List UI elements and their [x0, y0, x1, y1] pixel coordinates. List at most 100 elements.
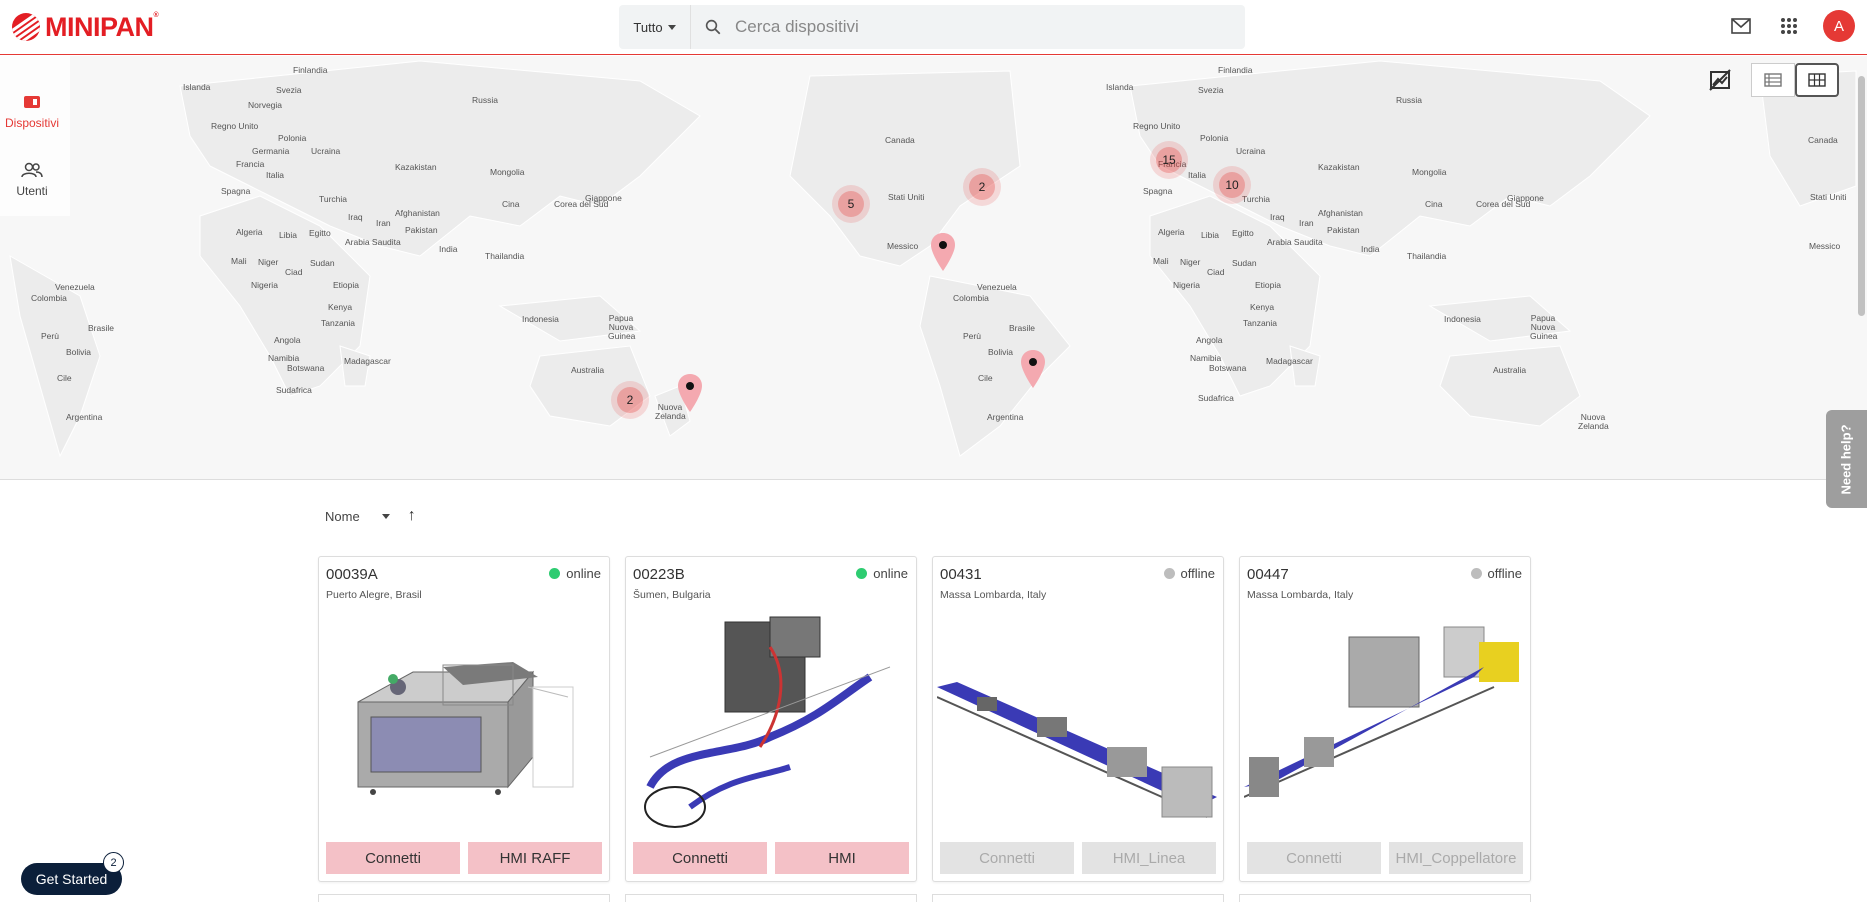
view-toggle [1751, 63, 1839, 97]
map-label: Germania [252, 146, 290, 156]
sort-field-label[interactable]: Nome [325, 509, 360, 524]
map-label: Cile [57, 373, 72, 383]
map-layer-off-icon[interactable] [1708, 68, 1732, 92]
map-label: Niger [1180, 257, 1201, 267]
scrollbar-thumb[interactable] [1858, 76, 1865, 316]
map-pin-icon[interactable] [1020, 349, 1046, 389]
sidebar-item-label: Utenti [16, 184, 48, 198]
map-cluster[interactable]: 10 [1213, 166, 1251, 204]
map-label: Niger [258, 257, 279, 267]
user-avatar[interactable]: A [1823, 10, 1855, 42]
status-badge: online [856, 566, 908, 581]
sidebar-item-label: Dispositivi [4, 116, 59, 130]
devices-map[interactable]: Finlandia Islanda Svezia Norvegia Russia… [0, 56, 1867, 480]
map-label: Bolivia [66, 347, 92, 357]
hmi-button[interactable]: HMI RAFF [468, 842, 602, 874]
map-label: Etiopia [1255, 280, 1281, 290]
map-label: Nigeria [1173, 280, 1200, 290]
map-cluster[interactable]: 15 [1150, 141, 1188, 179]
search-input[interactable] [735, 17, 1215, 37]
get-started-badge: 2 [103, 852, 124, 873]
connect-button[interactable]: Connetti [1247, 842, 1381, 874]
map-label: Papua Nuova Guinea [1530, 313, 1558, 341]
map-cluster[interactable]: 2 [611, 381, 649, 419]
map-label: Iraq [348, 212, 363, 222]
map-label: Indonesia [1444, 314, 1481, 324]
status-badge: offline [1470, 566, 1522, 581]
map-label: Botswana [1209, 363, 1247, 373]
users-icon [21, 162, 43, 178]
grid-view-button[interactable] [1795, 63, 1839, 97]
search-scope-select[interactable]: Tutto [619, 5, 691, 49]
map-label: Afghanistan [1318, 208, 1363, 218]
connect-button[interactable]: Connetti [940, 842, 1074, 874]
status-dot-icon [856, 568, 868, 579]
map-label: Messico [887, 241, 919, 251]
chevron-down-icon[interactable] [381, 513, 390, 519]
top-bar: MINIPAN® Tutto A [0, 0, 1867, 55]
hmi-button[interactable]: HMI_Linea [1082, 842, 1216, 874]
map-cluster[interactable]: 2 [963, 168, 1001, 206]
map-label: Italia [266, 170, 284, 180]
sidebar-item-dispositivi[interactable]: Dispositivi [0, 94, 64, 130]
devices-icon [24, 96, 40, 108]
map-label: Namibia [1190, 353, 1222, 363]
hmi-button[interactable]: HMI [775, 842, 909, 874]
search-icon [691, 18, 735, 36]
map-label: Brasile [1009, 323, 1035, 333]
map-pin-icon[interactable] [930, 232, 956, 272]
map-label: Libia [279, 230, 297, 240]
connect-button[interactable]: Connetti [326, 842, 460, 874]
search-bar: Tutto [619, 5, 1245, 49]
map-label: Regno Unito [211, 121, 259, 131]
sort-direction-icon[interactable]: ↑ [408, 507, 416, 525]
device-id: 00447 [1247, 566, 1289, 583]
map-label: Algeria [236, 227, 263, 237]
map-label: Iraq [1270, 212, 1285, 222]
apps-grid-icon[interactable] [1775, 10, 1803, 42]
device-card[interactable]: 00447 offline Massa Lombarda, Italy Conn… [1239, 556, 1531, 882]
hmi-button[interactable]: HMI_Coppellatore [1389, 842, 1523, 874]
device-card [625, 894, 917, 902]
map-label: Canada [1808, 135, 1838, 145]
logo-icon [12, 13, 40, 41]
map-label: Pakistan [405, 225, 438, 235]
map-label: Italia [1188, 170, 1206, 180]
machine-image [357, 662, 574, 795]
map-label: Australia [1493, 365, 1527, 375]
map-label: Russia [472, 95, 498, 105]
device-card[interactable]: 00039A online Puerto Alegre, Brasil Conn… [318, 556, 610, 882]
mail-icon[interactable] [1727, 10, 1755, 42]
connect-button[interactable]: Connetti [633, 842, 767, 874]
map-pin-icon[interactable] [677, 373, 703, 413]
need-help-tab[interactable]: Need help? [1826, 410, 1867, 508]
device-card[interactable]: 00223B online Šumen, Bulgaria Connetti H… [625, 556, 917, 882]
sidebar-item-utenti[interactable]: Utenti [0, 162, 64, 198]
map-label: Namibia [268, 353, 300, 363]
map-label: Pakistan [1327, 225, 1360, 235]
map-label: Stati Uniti [888, 192, 925, 202]
map-label: Colombia [953, 293, 989, 303]
device-card[interactable]: 00431 offline Massa Lombarda, Italy Conn… [932, 556, 1224, 882]
map-label: Arabia Saudita [345, 237, 401, 247]
map-label: Kenya [1250, 302, 1275, 312]
device-location: Puerto Alegre, Brasil [326, 589, 422, 601]
map-label: Iran [376, 218, 391, 228]
map-label: Svezia [1198, 85, 1224, 95]
map-label: Sudan [1232, 258, 1257, 268]
status-badge: online [549, 566, 601, 581]
map-label: Algeria [1158, 227, 1185, 237]
map-label: Mali [231, 256, 247, 266]
map-label: Giappone [1507, 193, 1544, 203]
map-label: Kenya [328, 302, 353, 312]
map-cluster[interactable]: 5 [832, 185, 870, 223]
brand-logo[interactable]: MINIPAN® [12, 12, 159, 42]
map-label: Mali [1153, 256, 1169, 266]
device-id: 00431 [940, 566, 982, 583]
map-label: Angola [274, 335, 301, 345]
search-scope-label: Tutto [633, 19, 663, 35]
map-label: Perù [963, 331, 981, 341]
list-view-button[interactable] [1751, 63, 1795, 97]
map-label: Arabia Saudita [1267, 237, 1323, 247]
map-label: Islanda [1106, 82, 1134, 92]
